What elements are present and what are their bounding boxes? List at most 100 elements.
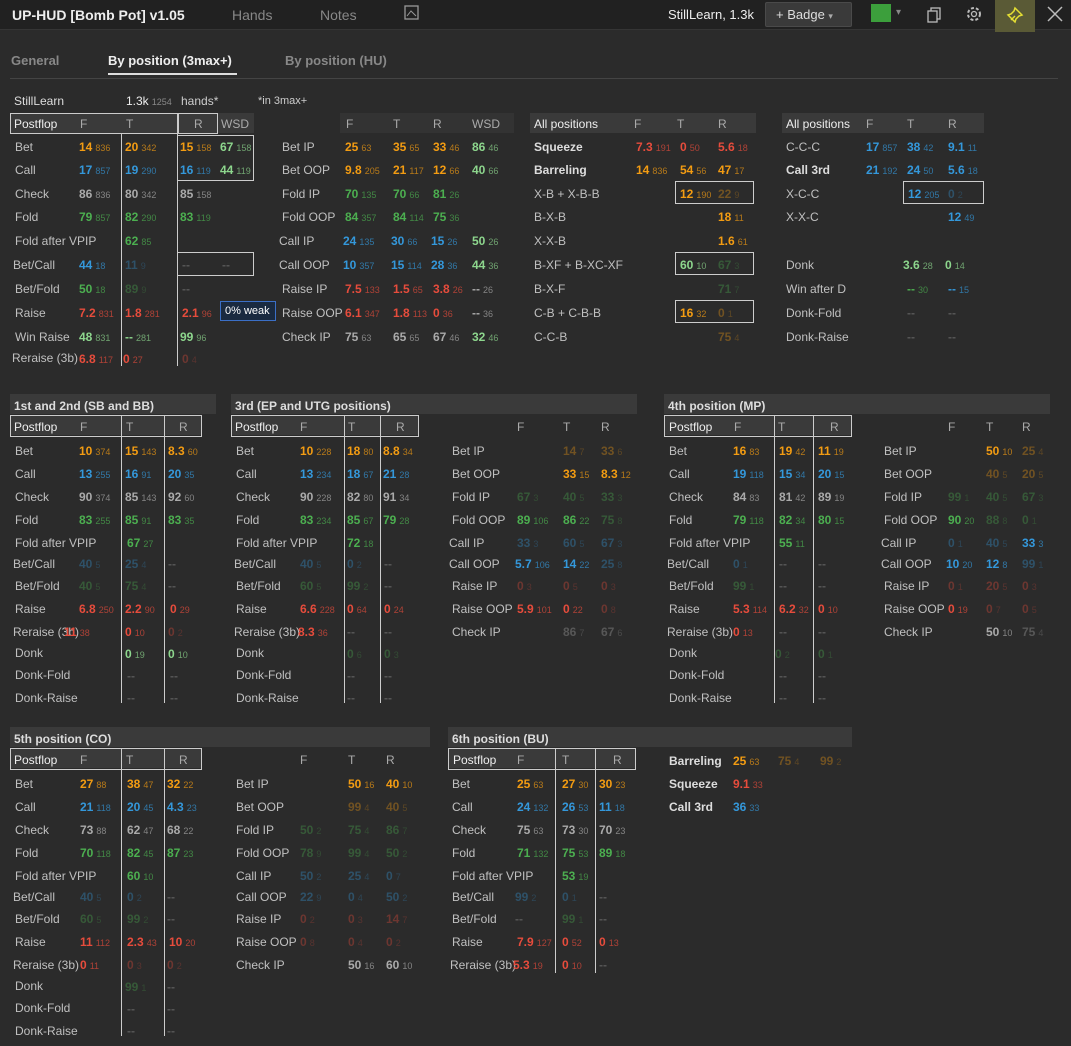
stat-main: 79	[733, 513, 747, 527]
col-r: R	[179, 420, 188, 434]
stat-sample: 36	[483, 309, 494, 319]
stat-sample: 190	[696, 190, 712, 200]
stat-sample: 50	[689, 143, 700, 153]
stat-value: 80 15	[818, 513, 844, 527]
stat-value: 70 23	[599, 823, 625, 837]
stat-value: 0 14	[945, 258, 965, 272]
stat-sample: 143	[141, 447, 157, 457]
stat-main: 86	[386, 823, 400, 837]
stat-sample: 119	[196, 213, 211, 223]
stat-main: 70	[393, 187, 407, 201]
label-xxc: X-X-C	[786, 210, 819, 224]
stat-main: 40	[986, 467, 1000, 481]
stat-sample: 857	[882, 143, 898, 153]
stat-main: 44	[472, 258, 486, 272]
stat-value: 90 20	[948, 513, 974, 527]
col-divider	[121, 415, 122, 703]
stat-main: 78	[300, 846, 314, 860]
label-foldip: Fold IP	[884, 490, 923, 504]
stat-sample: 3	[1038, 539, 1044, 549]
stat-value: 8.8 34	[383, 444, 413, 458]
stat-main: 0	[601, 602, 608, 616]
stat-sample: 50	[923, 166, 934, 176]
label-betfold: Bet/Fold	[236, 579, 281, 593]
stat-sample: 857	[95, 213, 111, 223]
stat-sample: 46	[488, 143, 499, 153]
stat-sample: 114	[752, 605, 768, 615]
stat-value: 60 5	[300, 579, 321, 593]
stat-sample: 114	[407, 261, 422, 271]
label-betfold: Bet/Fold	[669, 579, 714, 593]
subtab-by-position-3max[interactable]: By position (3max+)	[108, 53, 232, 68]
label-donk: Donk	[15, 979, 44, 993]
stat-sample: 2	[177, 628, 183, 638]
subtab-by-position-hu[interactable]: By position (HU)	[285, 53, 387, 68]
stat-value: --	[599, 912, 607, 926]
stat-value: 10 374	[79, 444, 110, 458]
stat-sample: 90	[144, 605, 155, 615]
label-fav: Fold after VPIP	[15, 536, 97, 550]
stat-value: 16 91	[125, 467, 151, 481]
stat-sample: 357	[359, 261, 375, 271]
app-title: UP-HUD [Bomb Pot] v1.05	[12, 7, 185, 23]
stat-sample: 6	[356, 650, 362, 660]
stat-sample: 4	[141, 582, 147, 592]
stat-value: 14 7	[563, 444, 584, 458]
stat-sample: 38	[79, 628, 90, 638]
copy-icon[interactable]	[926, 5, 946, 25]
stat-sample: 18	[615, 849, 626, 859]
stat-sample: 118	[96, 803, 111, 813]
col-f: F	[346, 117, 354, 131]
stat-value: 50 10	[986, 444, 1012, 458]
tab-notes[interactable]: Notes	[320, 7, 357, 23]
image-icon[interactable]	[404, 5, 424, 25]
stat-sample: 42	[795, 493, 806, 503]
stat-main: 90	[79, 490, 93, 504]
stat-value: 85 91	[125, 513, 151, 527]
stat-sample: 5	[96, 915, 102, 925]
badge-button[interactable]: + Badge ▾	[765, 2, 852, 27]
stat-sample: 65	[412, 285, 423, 295]
stat-main: --	[907, 306, 915, 320]
label-call: Call	[15, 800, 36, 814]
stat-main: 16	[180, 163, 194, 177]
label-donkraise: Donk-Raise	[15, 1024, 78, 1038]
stat-main: 40	[386, 800, 400, 814]
stat-value: 02	[386, 935, 401, 949]
label-checkip: Check IP	[884, 625, 933, 639]
stat-sample: 5	[1038, 470, 1044, 480]
stat-sample: 5	[572, 582, 578, 592]
col-f: F	[300, 420, 308, 434]
col-r: R	[386, 753, 395, 767]
pin-button[interactable]	[995, 0, 1035, 32]
stat-value: 90 374	[79, 490, 110, 504]
stat-main: 0	[347, 602, 354, 616]
stat-sample: 1	[742, 560, 748, 570]
stat-value: --	[779, 669, 787, 683]
chevron-down-icon[interactable]: ▾	[896, 7, 901, 18]
stat-sample: 192	[882, 166, 898, 176]
stat-main: 50	[986, 444, 1000, 458]
stat-sample: 205	[924, 190, 940, 200]
stat-sample: 234	[316, 516, 332, 526]
label-betcall: Bet/Call	[13, 890, 56, 904]
stat-value: 12 8	[986, 557, 1007, 571]
gear-icon[interactable]	[965, 5, 985, 25]
color-swatch[interactable]	[871, 4, 891, 22]
stat-sample: 24	[393, 605, 404, 615]
close-icon[interactable]	[1046, 5, 1066, 25]
stat-value: --	[168, 557, 176, 571]
stat-main: 67	[601, 625, 615, 639]
stat-sample: 133	[364, 285, 380, 295]
stat-value: --	[167, 1002, 175, 1016]
stat-main: --	[167, 980, 175, 994]
stat-value: 75 4	[778, 754, 799, 768]
stat-value: --	[384, 669, 392, 683]
stat-sample: 15	[834, 516, 845, 526]
stat-sample: 19	[578, 872, 589, 882]
col-t: T	[778, 420, 786, 434]
stat-value: 03	[348, 912, 363, 926]
subtab-general[interactable]: General	[11, 53, 59, 68]
tab-hands[interactable]: Hands	[232, 7, 272, 23]
stat-sample: 91	[141, 516, 152, 526]
